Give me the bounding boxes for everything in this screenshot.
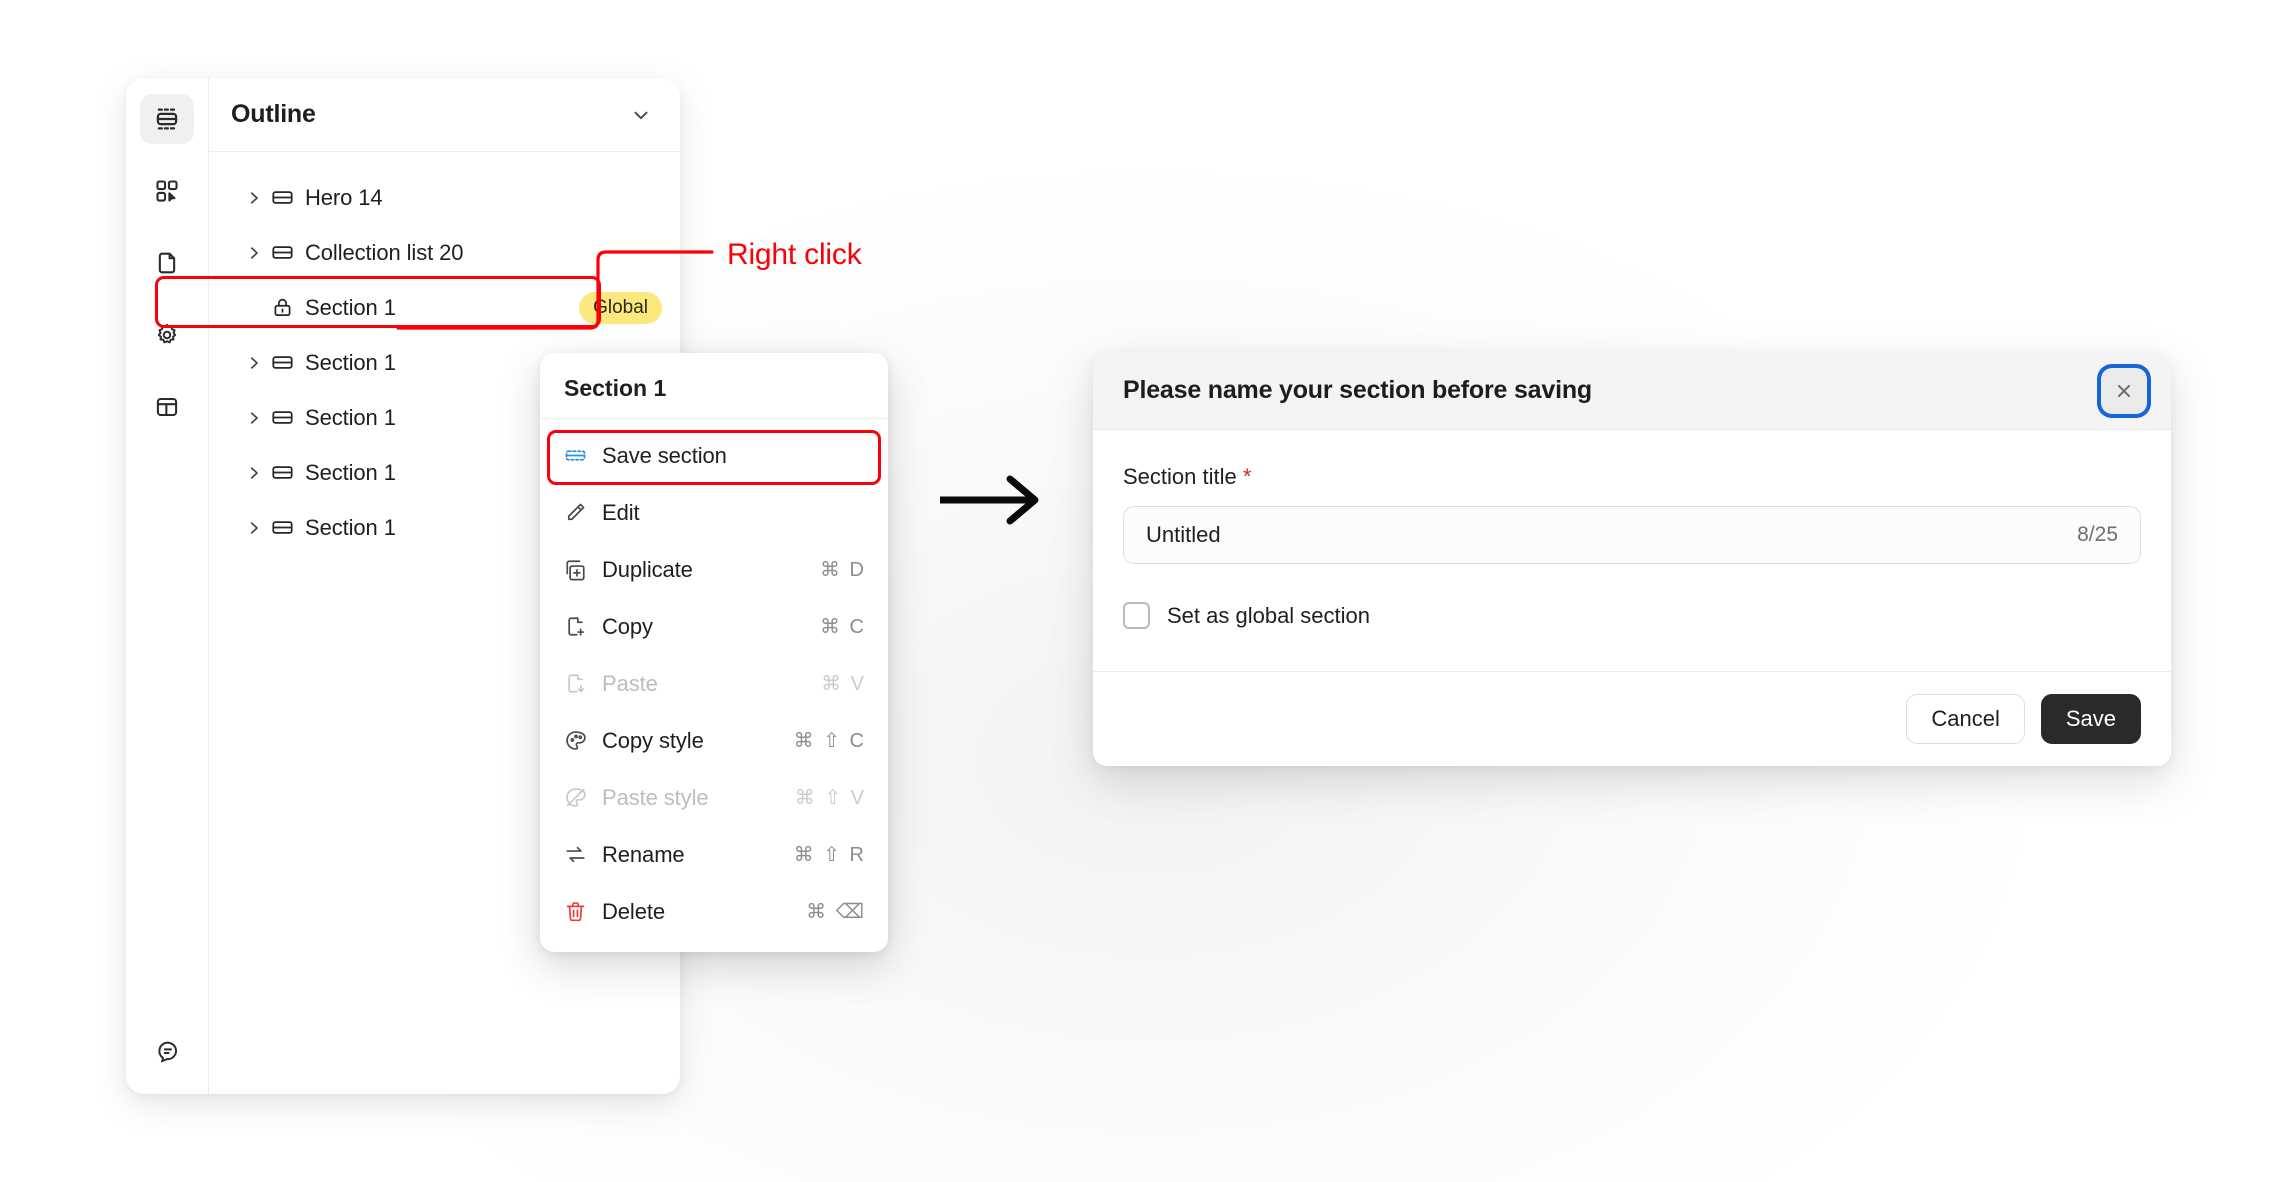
cancel-button[interactable]: Cancel: [1906, 694, 2025, 744]
copy-file-icon: [564, 615, 602, 638]
menu-item-shortcut: ⌘ C: [820, 616, 866, 638]
menu-item-shortcut: ⌘ ⌫: [806, 901, 866, 923]
sections-outline-icon: [153, 105, 181, 133]
pencil-icon: [564, 501, 602, 524]
menu-item-rename[interactable]: Rename ⌘ ⇧ R: [540, 826, 888, 883]
outline-row-2[interactable]: Section 1 Global: [209, 280, 680, 335]
menu-item-label: Rename: [602, 841, 685, 867]
sidebar-item-pages[interactable]: [140, 238, 194, 288]
menu-item-paste-style: Paste style ⌘ ⇧ V: [540, 769, 888, 826]
character-counter: 8/25: [2077, 523, 2118, 546]
modal-header: Please name your section before saving: [1093, 352, 2171, 430]
menu-item-copy-style[interactable]: Copy style ⌘ ⇧ C: [540, 712, 888, 769]
menu-item-duplicate[interactable]: Duplicate ⌘ D: [540, 541, 888, 598]
page-file-icon: [154, 250, 180, 276]
paste-file-icon: [564, 672, 602, 695]
menu-item-copy[interactable]: Copy ⌘ C: [540, 598, 888, 655]
chevron-right-icon[interactable]: [245, 409, 271, 427]
components-grid-icon: [154, 178, 180, 204]
modal-title: Please name your section before saving: [1123, 376, 1592, 404]
right-click-annotation-label: Right click: [727, 238, 862, 271]
palette-paste-icon: [564, 786, 602, 809]
sidebar-item-components[interactable]: [140, 166, 194, 216]
menu-item-label: Duplicate: [602, 556, 693, 582]
outline-row-label: Section 1: [305, 459, 396, 485]
outline-row-label: Section 1: [305, 404, 396, 430]
global-section-checkbox-row[interactable]: Set as global section: [1123, 602, 2141, 629]
status-badge: Global: [579, 291, 662, 324]
outline-row-label: Collection list 20: [305, 239, 464, 265]
sidebar-item-sections[interactable]: [140, 94, 194, 144]
menu-item-label: Copy style: [602, 727, 704, 753]
menu-item-delete[interactable]: Delete ⌘ ⌫: [540, 883, 888, 940]
outline-header: Outline: [209, 78, 680, 152]
menu-item-shortcut: ⌘ ⇧ C: [793, 730, 866, 752]
chevron-right-icon[interactable]: [245, 464, 271, 482]
context-menu: Section 1 Save section Edit Duplicate ⌘ D Co…: [540, 353, 888, 952]
menu-item-label: Edit: [602, 499, 640, 525]
outline-row-1[interactable]: Collection list 20: [209, 225, 680, 280]
chevron-right-icon[interactable]: [245, 189, 271, 207]
section-block-icon: [271, 516, 305, 539]
outline-row-label: Hero 14: [305, 184, 383, 210]
menu-item-label: Paste style: [602, 784, 709, 810]
menu-item-save-section[interactable]: Save section: [540, 427, 888, 484]
menu-item-edit[interactable]: Edit: [540, 484, 888, 541]
section-block-icon: [271, 351, 305, 374]
chat-bubble-icon: [155, 1039, 180, 1064]
chevron-right-icon[interactable]: [245, 519, 271, 537]
trash-icon: [564, 900, 602, 923]
section-title-label: Section title *: [1123, 464, 2141, 490]
lock-icon: [271, 296, 305, 319]
required-asterisk: *: [1242, 464, 1252, 489]
save-section-modal: Please name your section before saving S…: [1093, 352, 2171, 766]
context-menu-title: Section 1: [540, 353, 888, 419]
chevron-down-icon[interactable]: [630, 104, 652, 126]
palette-icon: [564, 729, 602, 752]
menu-item-label: Copy: [602, 613, 653, 639]
section-title-label-text: Section title: [1123, 464, 1237, 489]
section-block-icon: [271, 186, 305, 209]
section-title-input[interactable]: Untitled 8/25: [1123, 506, 2141, 564]
section-block-icon: [271, 406, 305, 429]
menu-item-shortcut: ⌘ V: [821, 673, 866, 695]
modal-footer: Cancel Save: [1093, 671, 2171, 766]
duplicate-icon: [564, 558, 602, 581]
menu-item-label: Delete: [602, 898, 665, 924]
outline-row-label: Section 1: [305, 294, 396, 320]
rename-arrows-icon: [564, 843, 602, 866]
menu-item-shortcut: ⌘ D: [820, 559, 866, 581]
outline-row-label: Section 1: [305, 514, 396, 540]
outline-row-0[interactable]: Hero 14: [209, 170, 680, 225]
save-button[interactable]: Save: [2040, 694, 2141, 744]
section-block-icon: [271, 241, 305, 264]
arrow-right-icon: [938, 472, 1048, 533]
page-title: Outline: [231, 100, 316, 128]
modal-body: Section title * Untitled 8/25 Set as glo…: [1093, 430, 2171, 671]
sidebar-item-support[interactable]: [140, 1026, 194, 1076]
sidebar-item-layouts[interactable]: [140, 382, 194, 432]
settings-gear-icon: [154, 322, 180, 348]
menu-item-label: Save section: [602, 442, 727, 468]
section-block-icon: [271, 461, 305, 484]
layout-template-icon: [154, 394, 180, 420]
global-section-checkbox-label: Set as global section: [1167, 602, 1371, 628]
save-section-icon: [564, 444, 602, 467]
menu-item-shortcut: ⌘ ⇧ R: [793, 844, 866, 866]
menu-item-paste: Paste ⌘ V: [540, 655, 888, 712]
menu-item-shortcut: ⌘ ⇧ V: [794, 787, 866, 809]
chevron-right-icon[interactable]: [245, 354, 271, 372]
outline-row-label: Section 1: [305, 349, 396, 375]
menu-item-label: Paste: [602, 670, 658, 696]
close-x-icon[interactable]: [2101, 367, 2147, 414]
section-title-input-value: Untitled: [1146, 522, 1221, 547]
context-menu-items: Save section Edit Duplicate ⌘ D Copy ⌘ C Paste…: [540, 419, 888, 940]
canvas: Outline Hero 14 Collection list 20 Section…: [0, 0, 2272, 1182]
global-section-checkbox[interactable]: [1123, 602, 1150, 629]
sidebar-item-settings[interactable]: [140, 310, 194, 360]
icon-rail: [126, 78, 209, 1094]
chevron-right-icon[interactable]: [245, 244, 271, 262]
